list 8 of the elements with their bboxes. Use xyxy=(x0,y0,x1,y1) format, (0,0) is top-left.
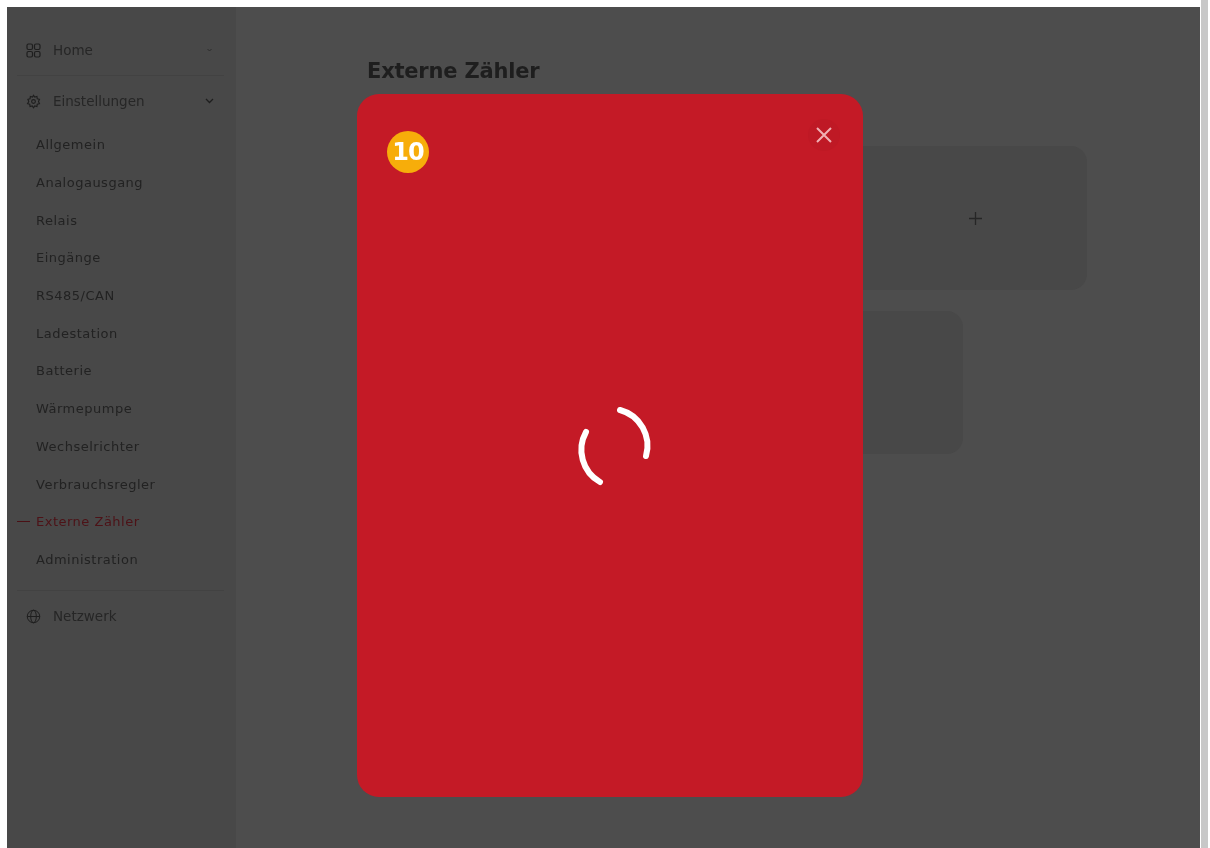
close-button[interactable] xyxy=(808,119,840,151)
settings-icon xyxy=(26,93,41,109)
active-marker xyxy=(17,521,30,523)
close-icon xyxy=(816,127,832,143)
grid-icon xyxy=(26,42,41,58)
plus-icon[interactable] xyxy=(968,211,982,225)
globe-icon xyxy=(26,608,41,624)
count-badge: 10 xyxy=(387,131,429,173)
